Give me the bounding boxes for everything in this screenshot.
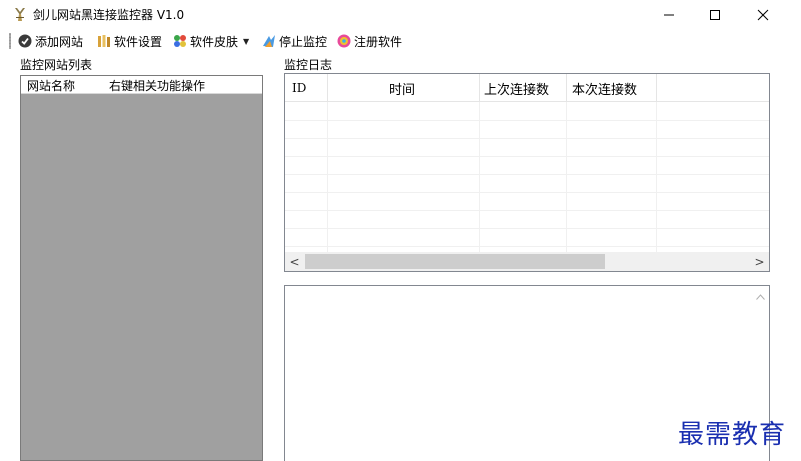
close-button[interactable] <box>740 0 786 30</box>
minimize-button[interactable] <box>646 0 692 30</box>
scroll-right-arrow[interactable]: > <box>750 252 769 271</box>
log-title: 监控日志 <box>284 58 333 72</box>
register-button[interactable]: 注册软件 <box>336 32 402 50</box>
column-header-actions[interactable]: 右键相关功能操作 <box>109 77 205 94</box>
add-site-label: 添加网站 <box>35 34 84 49</box>
column-header-id[interactable]: ID <box>292 74 306 102</box>
register-label: 注册软件 <box>354 34 403 49</box>
add-site-icon <box>18 34 32 48</box>
site-list-header: 网站名称 右键相关功能操作 <box>21 76 262 94</box>
scroll-left-arrow[interactable]: < <box>285 252 304 271</box>
settings-button[interactable]: 软件设置 <box>96 32 162 50</box>
chevron-down-icon[interactable]: ▼ <box>243 37 249 46</box>
column-header-current-count[interactable]: 本次连接数 <box>572 74 637 102</box>
settings-icon <box>98 35 110 47</box>
site-list[interactable]: 网站名称 右键相关功能操作 <box>20 75 263 461</box>
scroll-up-arrow[interactable] <box>753 290 767 304</box>
log-table-header: ID 时间 上次连接数 本次连接数 <box>285 74 769 102</box>
minimize-icon <box>664 14 674 16</box>
app-logo-icon <box>15 8 25 21</box>
scrollbar-thumb[interactable] <box>305 254 605 269</box>
maximize-icon <box>710 10 720 20</box>
window-title: 剑儿网站黑连接监控器 V1.0 <box>33 8 185 22</box>
skin-icon <box>174 35 186 47</box>
stop-monitor-button[interactable]: 停止监控 <box>261 32 327 50</box>
register-icon <box>337 34 351 48</box>
toolbar-grip[interactable] <box>9 33 11 49</box>
title-bar: 剑儿网站黑连接监控器 V1.0 <box>0 0 801 30</box>
close-icon <box>757 9 769 21</box>
site-list-title: 监控网站列表 <box>20 58 93 72</box>
toolbar: 添加网站 软件设置 软件皮肤 ▼ 停止监控 注册软件 <box>0 30 801 52</box>
add-site-button[interactable]: 添加网站 <box>17 32 83 50</box>
column-header-last-count[interactable]: 上次连接数 <box>484 74 549 102</box>
watermark-text: 最需教育 <box>678 420 787 450</box>
column-header-site-name[interactable]: 网站名称 <box>27 77 75 94</box>
skin-label: 软件皮肤 <box>190 34 239 49</box>
stop-monitor-icon <box>263 35 275 47</box>
settings-label: 软件设置 <box>114 34 163 49</box>
stop-monitor-label: 停止监控 <box>279 34 328 49</box>
column-header-time[interactable]: 时间 <box>389 74 415 102</box>
log-table[interactable]: ID 时间 上次连接数 本次连接数 < > <box>284 73 770 272</box>
skin-button[interactable]: 软件皮肤 ▼ <box>172 32 249 50</box>
maximize-button[interactable] <box>692 0 738 30</box>
log-horizontal-scrollbar[interactable]: < > <box>285 252 769 271</box>
chevron-up-icon <box>755 294 765 300</box>
